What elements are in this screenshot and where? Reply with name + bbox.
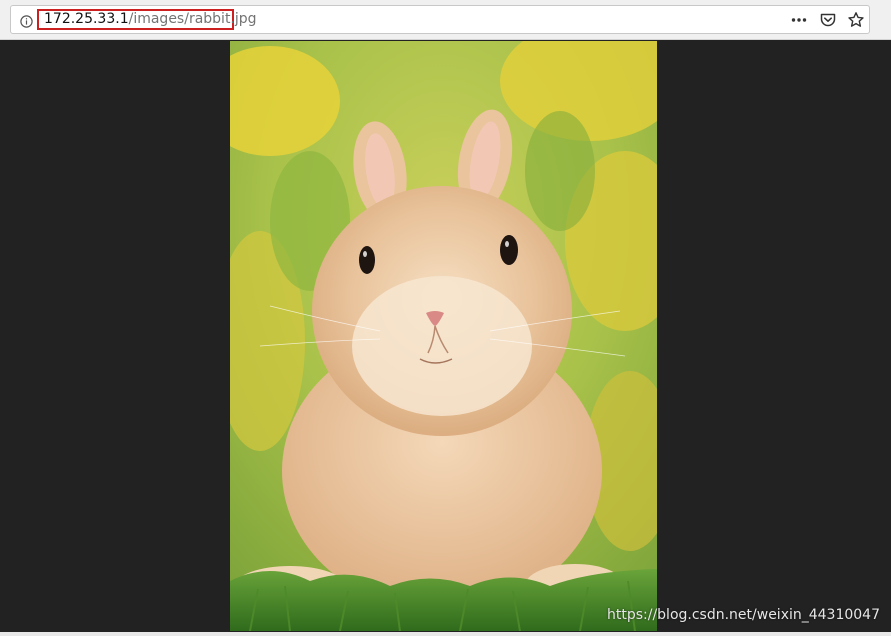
bookmark-star-icon[interactable] <box>847 11 865 29</box>
url-text[interactable]: 172.25.33.1/images/rabbit.jpg <box>44 10 257 28</box>
watermark-text: https://blog.csdn.net/weixin_44310047 <box>606 607 880 623</box>
url-host: 172.25.33.1 <box>44 11 129 27</box>
bottom-strip <box>0 632 891 636</box>
rabbit-photo <box>230 41 657 631</box>
address-bar[interactable]: 172.25.33.1/images/rabbit.jpg <box>10 5 870 34</box>
pocket-icon[interactable] <box>819 11 837 29</box>
url-path: /images/rabbit.jpg <box>128 11 257 27</box>
browser-toolbar: 172.25.33.1/images/rabbit.jpg <box>0 0 891 40</box>
info-circle-icon[interactable] <box>20 13 33 28</box>
more-options-icon[interactable] <box>790 11 808 29</box>
